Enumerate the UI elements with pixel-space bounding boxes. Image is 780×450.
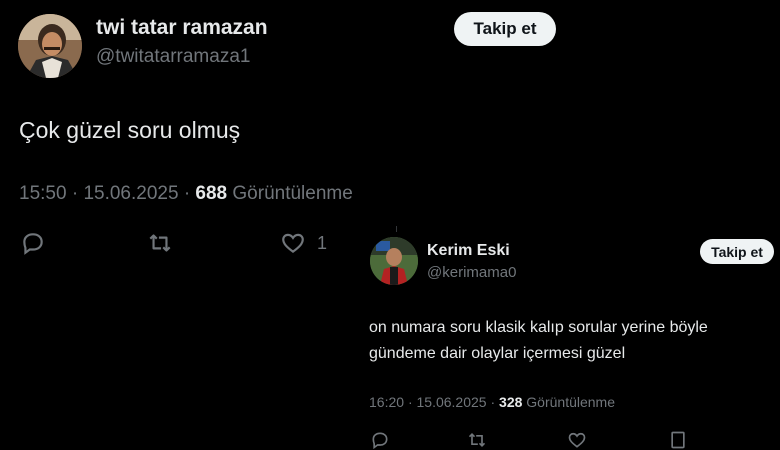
meta-separator: · [183,183,191,204]
reply-text-line-2: gündeme dair olaylar içermesi güzel [369,345,626,362]
reply-views-label: Görüntülenme [526,394,615,410]
views-label: Görüntülenme [232,183,353,204]
views-count[interactable]: 688 [195,183,227,204]
author-handle[interactable]: @twitatarramaza1 [96,44,250,70]
like-count: 1 [317,233,328,253]
tweet-time[interactable]: 15:50 [19,183,67,204]
reply-author-name[interactable]: Kerim Eski [427,240,510,262]
reply-author-avatar[interactable] [370,237,418,285]
heart-icon[interactable] [279,230,307,256]
follow-button[interactable]: Takip et [454,12,556,46]
meta-separator: · [71,183,79,204]
reply-retweet-icon[interactable] [466,430,488,450]
reply-text-line-1: on numara soru klasik kalıp sorular yeri… [369,319,708,336]
reply-bookmark-icon[interactable] [668,430,688,450]
author-avatar[interactable] [18,14,82,78]
retweet-icon[interactable] [146,230,174,256]
thread-line [396,226,397,232]
reply-card[interactable]: Kerim Eski @kerimama0 Takip et on numara… [358,226,780,450]
reply-date[interactable]: 15.06.2025 [417,394,487,410]
reply-heart-icon[interactable] [566,430,588,450]
tweet-date[interactable]: 15.06.2025 [83,183,178,204]
reply-avatar-image [370,237,418,285]
avatar-image [18,14,82,78]
reply-follow-button[interactable]: Takip et [700,239,774,264]
reply-views-count[interactable]: 328 [499,394,522,410]
reply-time[interactable]: 16:20 [369,394,404,410]
reply-reply-icon[interactable] [370,430,390,450]
author-name[interactable]: twi tatar ramazan [96,14,268,42]
reply-author-handle[interactable]: @kerimama0 [427,262,516,284]
tweet-text: Çok güzel soru olmuş [19,117,241,143]
meta-separator: · [490,394,496,410]
reply-icon[interactable] [20,230,46,256]
tweet-meta: 15:50 · 15.06.2025 · 688 Görüntülenme [19,180,353,208]
reply-meta: 16:20 · 15.06.2025 · 328 Görüntülenme [369,392,615,412]
meta-separator: · [407,394,413,410]
